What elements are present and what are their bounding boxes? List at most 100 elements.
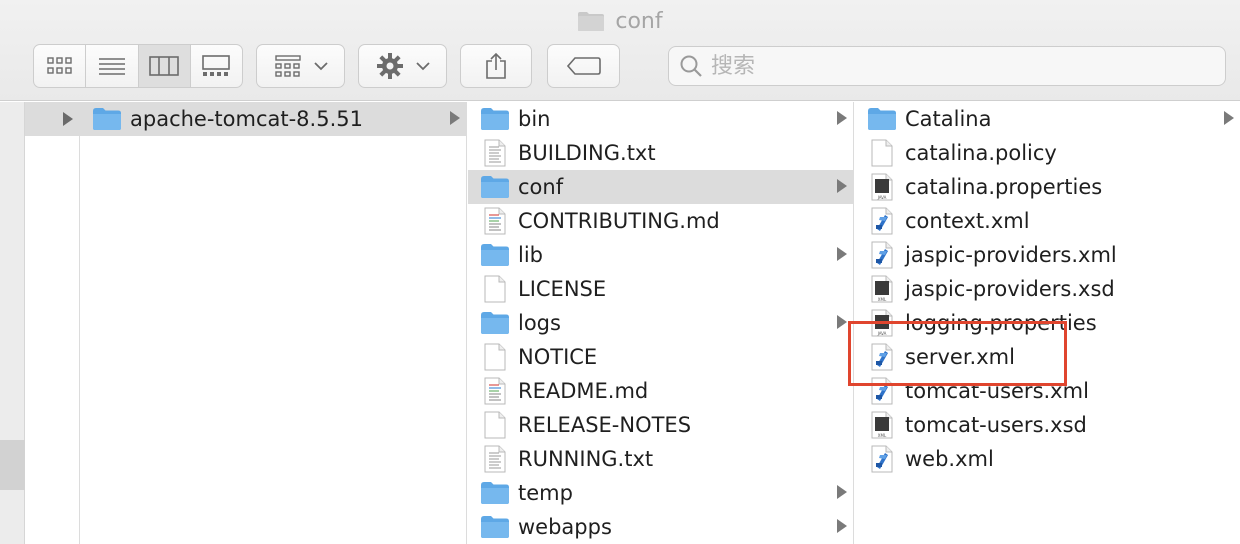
- file-item-logs[interactable]: logs: [468, 306, 853, 340]
- folder-icon: [480, 512, 510, 542]
- file-item-license[interactable]: LICENSE: [468, 272, 853, 306]
- share-button[interactable]: [460, 44, 532, 88]
- folder-icon: [480, 478, 510, 508]
- file-item-conf[interactable]: conf: [468, 170, 853, 204]
- file-item-label: NOTICE: [518, 345, 598, 369]
- folder-icon: [480, 240, 510, 270]
- search-icon: [680, 55, 702, 77]
- file-item-notice[interactable]: NOTICE: [468, 340, 853, 374]
- file-item-apache-tomcat-8-5-51[interactable]: apache-tomcat-8.5.51: [80, 102, 466, 136]
- file-item-webapps[interactable]: webapps: [468, 510, 853, 544]
- file-item-contributing-md[interactable]: CONTRIBUTING.md: [468, 204, 853, 238]
- file-item-server-xml[interactable]: server.xml: [855, 340, 1240, 374]
- action-menu-button[interactable]: [358, 44, 447, 88]
- file-item-running-txt[interactable]: RUNNING.txt: [468, 442, 853, 476]
- column-conf-contents: Catalina catalina.policy JAVA catalina.p…: [855, 102, 1240, 544]
- file-item-jaspic-providers-xml[interactable]: jaspic-providers.xml: [855, 238, 1240, 272]
- sidebar-edge: [0, 102, 25, 544]
- xml-file-icon: [867, 444, 897, 474]
- file-item-readme-md[interactable]: README.md: [468, 374, 853, 408]
- column-root: [25, 102, 80, 544]
- search-field[interactable]: [668, 46, 1226, 86]
- file-item-label: conf: [518, 175, 564, 199]
- file-item-label: webapps: [518, 515, 612, 539]
- markdown-file-icon: [480, 206, 510, 236]
- search-input[interactable]: [711, 53, 1211, 79]
- icon-view-button[interactable]: [34, 45, 87, 87]
- file-item-label: jaspic-providers.xsd: [905, 277, 1115, 301]
- xml-file-icon: [867, 376, 897, 406]
- gear-icon: [376, 53, 403, 79]
- file-item-label: README.md: [518, 379, 649, 403]
- chevron-down-icon: [415, 62, 430, 71]
- file-item-web-xml[interactable]: web.xml: [855, 442, 1240, 476]
- xml-file-icon: [867, 206, 897, 236]
- chevron-right-icon: [450, 111, 460, 125]
- folder-icon: [480, 308, 510, 338]
- file-item-label: bin: [518, 107, 551, 131]
- svg-text:JAVA: JAVA: [877, 331, 887, 336]
- chevron-right-icon: [837, 485, 847, 499]
- file-item-tomcat-users-xml[interactable]: tomcat-users.xml: [855, 374, 1240, 408]
- file-item-label: tomcat-users.xsd: [905, 413, 1087, 437]
- chevron-right-icon: [1224, 111, 1234, 125]
- file-item-bin[interactable]: bin: [468, 102, 853, 136]
- column-view-button[interactable]: [138, 45, 191, 87]
- window-title-text: conf: [615, 8, 663, 34]
- chevron-down-icon: [313, 62, 328, 71]
- document-icon: [480, 274, 510, 304]
- file-item-lib[interactable]: lib: [468, 238, 853, 272]
- file-item-label: apache-tomcat-8.5.51: [130, 107, 363, 131]
- file-item-catalina-policy[interactable]: catalina.policy: [855, 136, 1240, 170]
- xml-file-icon: [867, 240, 897, 270]
- markdown-file-icon: [480, 376, 510, 406]
- window-title: conf: [0, 6, 1240, 36]
- file-item-tomcat-users-xsd[interactable]: XML tomcat-users.xsd: [855, 408, 1240, 442]
- tag-icon: [566, 57, 601, 75]
- file-item-label: logging.properties: [905, 311, 1097, 335]
- file-item-context-xml[interactable]: context.xml: [855, 204, 1240, 238]
- column-tomcat-contents: bin BUILDING.txt conf CONTRIBUTING.md li…: [468, 102, 854, 544]
- svg-text:XML: XML: [878, 433, 887, 438]
- file-item-label: BUILDING.txt: [518, 141, 656, 165]
- list-view-button[interactable]: [86, 45, 139, 87]
- chevron-right-icon: [837, 111, 847, 125]
- chevron-right-icon: [837, 519, 847, 533]
- finder-toolbar: conf: [0, 0, 1240, 101]
- xsd-file-icon: XML: [867, 410, 897, 440]
- chevron-right-icon: [837, 315, 847, 329]
- file-item-building-txt[interactable]: BUILDING.txt: [468, 136, 853, 170]
- file-item-label: web.xml: [905, 447, 994, 471]
- grid-icon: [46, 57, 72, 74]
- gallery-view-button[interactable]: [191, 45, 242, 87]
- chevron-right-icon: [63, 112, 73, 126]
- gallery-icon: [202, 55, 231, 76]
- file-item-temp[interactable]: temp: [468, 476, 853, 510]
- file-item-label: logs: [518, 311, 561, 335]
- svg-text:JAVA: JAVA: [877, 195, 887, 200]
- file-item-catalina-properties[interactable]: JAVA catalina.properties: [855, 170, 1240, 204]
- column-tomcat: apache-tomcat-8.5.51: [80, 102, 467, 544]
- file-item-label: Catalina: [905, 107, 992, 131]
- document-icon: [480, 342, 510, 372]
- view-mode-segmented-control: [33, 44, 243, 88]
- group-by-button[interactable]: [256, 44, 345, 88]
- java-properties-file-icon: JAVA: [867, 172, 897, 202]
- folder-icon: [867, 104, 897, 134]
- document-icon: [480, 410, 510, 440]
- group-grid-icon: [274, 55, 301, 77]
- file-item-release-notes[interactable]: RELEASE-NOTES: [468, 408, 853, 442]
- file-item-jaspic-providers-xsd[interactable]: XML jaspic-providers.xsd: [855, 272, 1240, 306]
- file-item-catalina[interactable]: Catalina: [855, 102, 1240, 136]
- file-item-label: RUNNING.txt: [518, 447, 654, 471]
- folder-icon: [480, 172, 510, 202]
- edit-tags-button[interactable]: [547, 44, 620, 88]
- folder-icon: [92, 104, 122, 134]
- chevron-right-icon: [837, 247, 847, 261]
- file-item-label: temp: [518, 481, 573, 505]
- xml-file-icon: [867, 342, 897, 372]
- text-file-icon: [480, 138, 510, 168]
- file-item-label: CONTRIBUTING.md: [518, 209, 720, 233]
- file-item-label: RELEASE-NOTES: [518, 413, 692, 437]
- file-item-logging-properties[interactable]: JAVA logging.properties: [855, 306, 1240, 340]
